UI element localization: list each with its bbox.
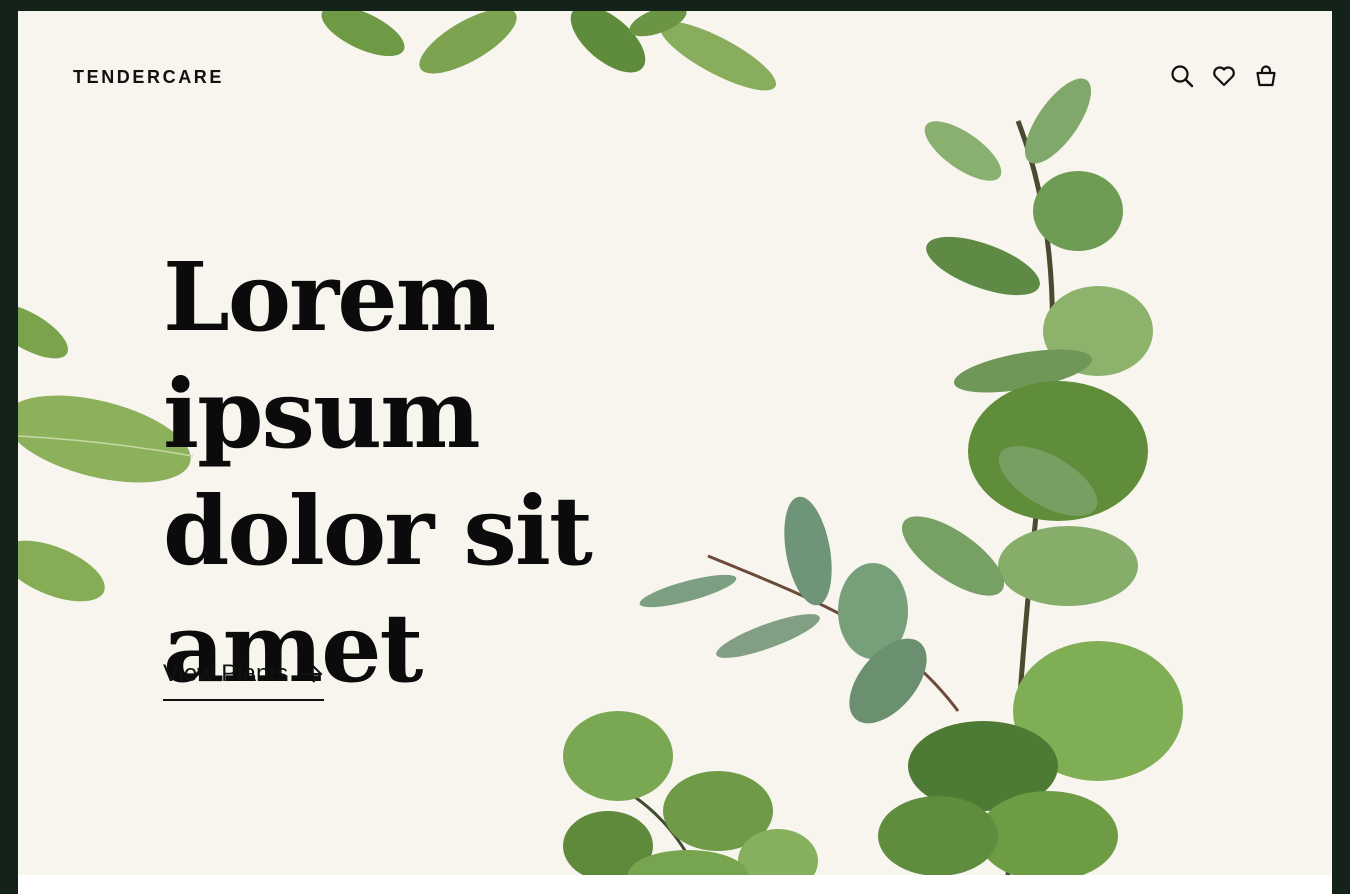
hero-title-line: dolor sit [163,476,593,587]
arrow-right-icon [301,665,323,683]
hero-panel: TENDERCARE Lorem ipsum dolor sit amet Vi… [18,11,1332,875]
search-icon[interactable] [1170,63,1194,89]
hero-title: Lorem ipsum dolor sit amet [163,239,803,707]
hero-title-line: Lorem ipsum [163,242,496,470]
brand-logo[interactable]: TENDERCARE [73,67,224,88]
top-leaves [321,11,777,91]
heart-icon[interactable] [1212,63,1236,89]
header-actions [1170,63,1278,89]
view-plants-label: View Plants [163,660,288,687]
next-section-edge [18,875,1332,894]
bag-icon[interactable] [1254,63,1278,89]
view-plants-link[interactable]: View Plants [163,660,324,701]
